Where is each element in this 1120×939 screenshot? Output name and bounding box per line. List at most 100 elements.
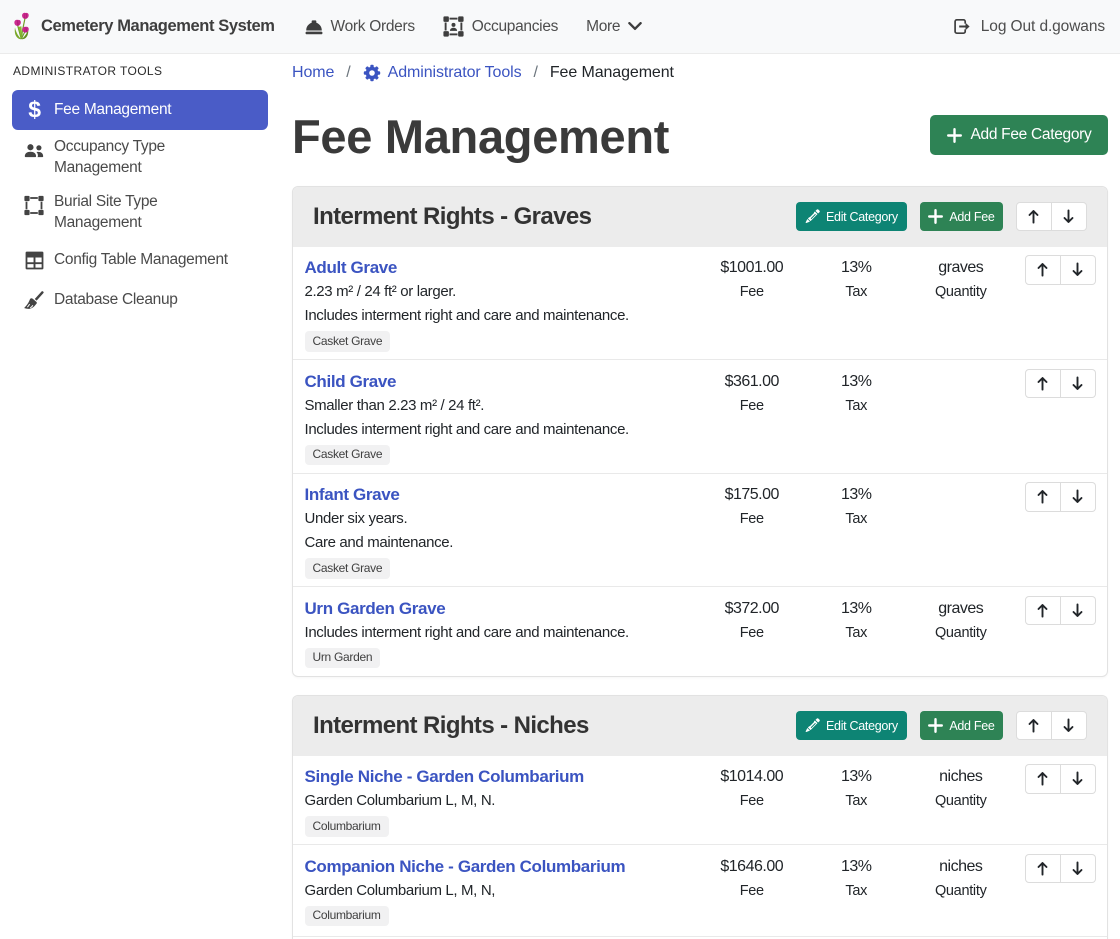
fee-info: Adult Grave2.23 m² / 24 ft² or larger.In… xyxy=(305,256,700,352)
edit-category-button[interactable]: Edit Category xyxy=(796,202,907,232)
sidebar-item-occupancy-type-management[interactable]: Occupancy Type Management xyxy=(12,130,268,185)
fee-row: Infant GraveUnder six years.Care and mai… xyxy=(293,473,1107,587)
fee-arrows-cell xyxy=(1025,764,1096,837)
fee-amount-column: $1646.00Fee xyxy=(700,855,805,927)
breadcrumb-link-administrator-tools[interactable]: Administrator Tools xyxy=(363,62,522,84)
fee-move-down-button[interactable] xyxy=(1061,255,1097,285)
logout-icon-wrap xyxy=(954,18,972,35)
fee-amount-value: $1001.00 xyxy=(700,256,805,280)
sidebar-nav-item: Database Cleanup xyxy=(12,280,268,320)
fee-name-link[interactable]: Child Grave xyxy=(305,370,397,394)
breadcrumb-separator: / xyxy=(334,62,362,84)
brand-label: Cemetery Management System xyxy=(41,17,275,36)
add-fee-category-button[interactable]: Add Fee Category xyxy=(930,115,1108,155)
fee-name-link[interactable]: Adult Grave xyxy=(305,256,398,280)
fee-move-down-button[interactable] xyxy=(1061,482,1097,512)
fee-row: Adult Grave2.23 m² / 24 ft² or larger.In… xyxy=(293,247,1107,360)
category-move-up-button[interactable] xyxy=(1016,202,1052,232)
breadcrumb-link-home[interactable]: Home xyxy=(292,62,334,84)
fee-move-up-button[interactable] xyxy=(1025,764,1061,794)
add-fee-button[interactable]: Add Fee xyxy=(920,711,1003,741)
fee-move-down-button[interactable] xyxy=(1061,854,1097,884)
navbar-item-more[interactable]: More xyxy=(572,18,656,36)
person-bounding-box-icon-wrap xyxy=(443,16,464,37)
fee-info: Urn Garden GraveIncludes interment right… xyxy=(305,597,700,669)
fee-amount-value: $372.00 xyxy=(700,597,805,621)
main-content: Home/ Administrator Tools/Fee Management… xyxy=(292,62,1108,939)
arrow-down-icon xyxy=(1069,261,1086,278)
sidebar-item-fee-management[interactable]: $ Fee Management xyxy=(12,90,268,130)
fee-description: Under six years. xyxy=(305,507,700,531)
gear-icon-wrap xyxy=(363,64,381,82)
fee-move-up-button[interactable] xyxy=(1025,596,1061,626)
plus-icon xyxy=(947,128,962,143)
fee-amount-label: Fee xyxy=(700,789,805,813)
fee-info: Single Niche - Garden ColumbariumGarden … xyxy=(305,765,700,837)
sidebar-nav-item: Occupancy Type Management xyxy=(12,130,268,185)
category-card: Interment Rights - Niches Edit Category … xyxy=(292,695,1108,939)
sidebar-nav-item: Config Table Management xyxy=(12,240,268,280)
brand[interactable]: Cemetery Management System xyxy=(13,12,275,41)
fee-amount-value: $175.00 xyxy=(700,483,805,507)
fee-amount-label: Fee xyxy=(700,621,805,645)
fee-tax-label: Tax xyxy=(804,394,909,418)
fee-move-up-button[interactable] xyxy=(1025,255,1061,285)
fee-amount-value: $1646.00 xyxy=(700,855,805,879)
fee-move-down-button[interactable] xyxy=(1061,764,1097,794)
category-move-up-button[interactable] xyxy=(1016,711,1052,741)
fee-badge-row: Columbarium xyxy=(305,813,700,837)
arrow-down-icon xyxy=(1069,860,1086,877)
add-fee-button[interactable]: Add Fee xyxy=(920,202,1003,232)
fee-amount-column: $361.00Fee xyxy=(700,370,805,466)
fee-arrows-cell xyxy=(1025,854,1096,927)
fee-badge-row: Casket Grave xyxy=(305,328,700,352)
fee-tax-column: 13%Tax xyxy=(804,855,909,927)
fee-row: Companion Niche - Garden ColumbariumGard… xyxy=(293,844,1107,936)
table-icon xyxy=(25,251,44,270)
fee-row: Single Niche - Garden ColumbariumGarden … xyxy=(293,756,1107,845)
category-move-down-button[interactable] xyxy=(1052,202,1088,232)
logout-label: Log Out d.gowans xyxy=(981,18,1105,36)
broom-icon xyxy=(24,290,44,310)
fee-quantity-label: Quantity xyxy=(909,879,1014,903)
table-icon-wrap xyxy=(24,247,44,273)
fee-row: Child GraveSmaller than 2.23 m² / 24 ft²… xyxy=(293,359,1107,473)
navbar-item-occupancies[interactable]: Occupancies xyxy=(429,16,572,37)
fee-quantity-value: niches xyxy=(909,765,1014,789)
fee-name-link[interactable]: Companion Niche - Garden Columbarium xyxy=(305,855,626,879)
logout-link[interactable]: Log Out d.gowans xyxy=(954,18,1105,36)
sidebar-item-config-table-management[interactable]: Config Table Management xyxy=(12,240,268,280)
fee-move-down-button[interactable] xyxy=(1061,369,1097,399)
fee-name-link[interactable]: Single Niche - Garden Columbarium xyxy=(305,765,584,789)
bounding-box-icon xyxy=(24,195,44,216)
fee-quantity-empty xyxy=(909,370,1014,466)
fee-move-down-button[interactable] xyxy=(1061,596,1097,626)
fee-description: Garden Columbarium L, M, N, xyxy=(305,879,700,903)
svg-text:$: $ xyxy=(28,98,41,122)
breadcrumb-item: Fee Management xyxy=(550,62,674,84)
fee-name-link[interactable]: Infant Grave xyxy=(305,483,400,507)
fee-tax-column: 13%Tax xyxy=(804,765,909,837)
fee-name-link[interactable]: Urn Garden Grave xyxy=(305,597,446,621)
sidebar-item-burial-site-type-management[interactable]: Burial Site Type Management xyxy=(12,185,268,240)
fee-quantity-value: niches xyxy=(909,855,1014,879)
fee-move-up-button[interactable] xyxy=(1025,369,1061,399)
edit-category-button[interactable]: Edit Category xyxy=(796,711,907,741)
arrow-down-icon xyxy=(1069,488,1086,505)
category-header: Interment Rights - Niches Edit Category … xyxy=(293,696,1107,756)
people-icon xyxy=(24,141,44,160)
fee-move-up-button[interactable] xyxy=(1025,482,1061,512)
fee-move-up-button[interactable] xyxy=(1025,854,1061,884)
logout-icon xyxy=(954,18,972,35)
category-move-down-button[interactable] xyxy=(1052,711,1088,741)
fee-tax-value: 13% xyxy=(804,483,909,507)
helmet-icon xyxy=(305,19,323,35)
page-layout: ADMINISTRATOR TOOLS $ Fee Management Occ… xyxy=(0,54,1120,939)
sidebar-item-database-cleanup[interactable]: Database Cleanup xyxy=(12,280,268,320)
fee-tax-column: 13%Tax xyxy=(804,597,909,669)
fee-tax-label: Tax xyxy=(804,879,909,903)
navbar-item-work-orders[interactable]: Work Orders xyxy=(291,18,429,36)
fee-quantity-label: Quantity xyxy=(909,621,1014,645)
sidebar-heading: ADMINISTRATOR TOOLS xyxy=(13,64,268,79)
arrow-up-icon xyxy=(1025,717,1042,734)
